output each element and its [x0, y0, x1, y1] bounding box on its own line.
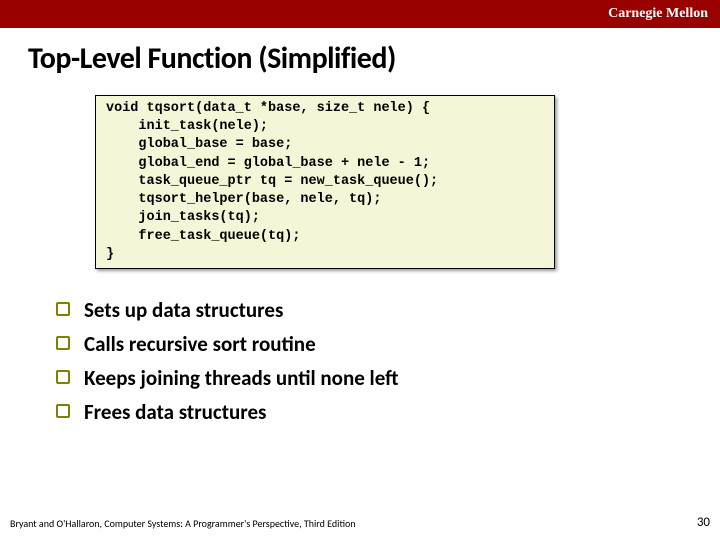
code-block: void tqsort(data_t *base, size_t nele) {… [95, 95, 555, 269]
bullet-icon [56, 336, 70, 350]
footer: Bryant and O'Hallaron, Computer Systems:… [10, 515, 710, 530]
bullet-icon [56, 302, 70, 316]
bullet-icon [56, 404, 70, 418]
bullet-item: Frees data structures [56, 399, 720, 425]
header-brand: Carnegie Mellon [608, 6, 708, 22]
bullet-text: Calls recursive sort routine [84, 331, 316, 357]
bullet-icon [56, 370, 70, 384]
bullet-item: Sets up data structures [56, 297, 720, 323]
page-number: 30 [697, 515, 710, 530]
slide-title: Top-Level Function (Simplified) [28, 40, 720, 77]
bullet-list: Sets up data structures Calls recursive … [56, 297, 720, 425]
footer-citation: Bryant and O'Hallaron, Computer Systems:… [10, 517, 356, 530]
header-bar: Carnegie Mellon [0, 0, 720, 28]
bullet-item: Calls recursive sort routine [56, 331, 720, 357]
bullet-text: Keeps joining threads until none left [84, 365, 398, 391]
bullet-item: Keeps joining threads until none left [56, 365, 720, 391]
slide: Carnegie Mellon Top-Level Function (Simp… [0, 0, 720, 540]
bullet-text: Frees data structures [84, 399, 266, 425]
bullet-text: Sets up data structures [84, 297, 283, 323]
